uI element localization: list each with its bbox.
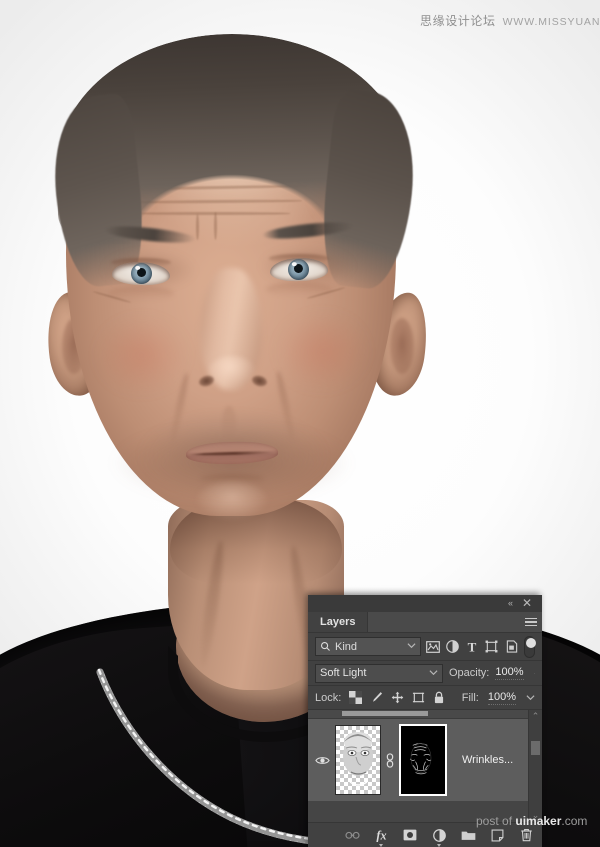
panel-tabbar: Layers — [308, 612, 542, 633]
watermark-bottom: post of uimaker.com — [476, 814, 587, 828]
filter-enable-toggle[interactable] — [523, 635, 536, 658]
fill-value[interactable]: 100% — [487, 691, 516, 705]
layer-name[interactable]: Wrinkles... — [450, 754, 528, 766]
close-panel-icon[interactable]: ✕ — [522, 596, 532, 610]
lock-image-pixels-icon[interactable] — [368, 690, 384, 706]
watermark-bottom-suffix: .com — [561, 814, 588, 828]
panel-titlebar: « ✕ — [308, 595, 542, 612]
filter-kind-label: Kind — [335, 640, 358, 653]
layer-list: Wrinkles... ⌃ ⌄ — [308, 710, 542, 822]
svg-text:T: T — [468, 640, 477, 653]
mask-icon — [403, 829, 417, 841]
scrollbar-track[interactable] — [531, 723, 540, 809]
watermark-top: 思缘设计论坛 WWW.MISSYUAN.COM — [420, 12, 600, 29]
filter-adjustment-icon[interactable] — [446, 637, 461, 656]
eye-icon — [314, 756, 330, 764]
chevron-down-icon — [429, 669, 438, 675]
panel-menu-icon[interactable] — [520, 612, 542, 632]
new-group-button[interactable] — [460, 827, 476, 843]
layer-thumbnail-face — [343, 732, 373, 786]
chevron-down-icon — [407, 643, 416, 649]
layer-visibility-toggle[interactable] — [312, 755, 332, 766]
watermark-bottom-prefix: post of — [476, 814, 516, 828]
filter-shape-icon[interactable] — [485, 637, 500, 656]
lock-position-icon[interactable] — [389, 690, 405, 706]
delete-layer-button[interactable] — [518, 827, 534, 843]
new-adjustment-layer-button[interactable] — [431, 827, 447, 847]
filter-type-icon[interactable]: T — [465, 637, 480, 656]
watermark-top-url: WWW.MISSYUAN.COM — [502, 16, 600, 28]
cheek-flush-right — [276, 312, 368, 390]
layer-style-fx-button[interactable]: fx — [373, 827, 389, 847]
new-page-icon — [491, 829, 503, 841]
magnifier-icon — [321, 642, 330, 651]
partial-thumbnail — [342, 711, 428, 716]
layer-list-body: Wrinkles... — [308, 710, 528, 822]
scroll-up-arrow-icon[interactable]: ⌃ — [532, 712, 540, 721]
folder-icon — [461, 831, 475, 840]
add-layer-mask-button[interactable] — [402, 827, 418, 843]
opacity-label: Opacity: — [449, 667, 490, 679]
half-circle-icon — [432, 828, 446, 842]
watermark-bottom-brand: uimaker — [515, 814, 562, 828]
opacity-value[interactable]: 100% — [495, 666, 524, 680]
fx-icon: fx — [376, 829, 386, 842]
tabbar-filler — [368, 612, 520, 632]
lock-transparency-icon[interactable] — [347, 690, 363, 706]
lock-row: Lock: Fill: 100% — [308, 686, 542, 710]
link-layers-button[interactable] — [344, 827, 360, 843]
svg-text:fx: fx — [376, 829, 386, 842]
layer-row-partial-above[interactable] — [308, 710, 528, 719]
collapse-panel-icon[interactable]: « — [508, 598, 513, 609]
lock-label: Lock: — [315, 691, 342, 704]
ear-right-inner — [390, 318, 414, 374]
fill-chevron-down-icon[interactable] — [526, 694, 535, 701]
nose-tip-highlight — [209, 356, 255, 386]
eyelid-right — [269, 254, 329, 263]
filter-pixel-icon[interactable] — [426, 637, 441, 656]
tab-layers[interactable]: Layers — [308, 612, 369, 632]
fill-label: Fill: — [461, 691, 479, 704]
photoshop-layers-panel: « ✕ Layers Kind T Soft Light Opacity: 10… — [308, 595, 542, 847]
trash-icon — [520, 828, 532, 842]
cheek-flush-left — [96, 316, 188, 394]
jaw-shadow — [92, 430, 372, 540]
layer-mask-link-icon[interactable] — [384, 752, 396, 768]
layer-mask-thumbnail[interactable] — [399, 724, 447, 796]
blend-mode-value: Soft Light — [320, 667, 367, 679]
link-icon — [386, 752, 394, 768]
new-layer-button[interactable] — [489, 827, 505, 843]
filter-smartobject-icon[interactable] — [504, 637, 519, 656]
scrollbar-thumb[interactable] — [531, 741, 540, 755]
table-row[interactable]: Wrinkles... — [308, 719, 528, 801]
lock-all-icon[interactable] — [431, 690, 447, 706]
eyelid-left — [111, 258, 171, 267]
opacity-chevron-down-icon[interactable] — [533, 670, 536, 677]
blend-mode-select[interactable]: Soft Light — [315, 663, 443, 683]
layer-filter-row: Kind T — [308, 633, 542, 661]
mask-content — [401, 727, 441, 789]
watermark-top-cn: 思缘设计论坛 — [420, 14, 496, 28]
layer-thumbnail[interactable] — [335, 725, 381, 795]
filter-kind-select[interactable]: Kind — [315, 637, 421, 656]
blend-mode-row: Soft Light Opacity: 100% — [308, 661, 542, 686]
lock-artboard-nesting-icon[interactable] — [410, 690, 426, 706]
chain-link-icon — [344, 831, 360, 839]
layer-list-scrollbar[interactable]: ⌃ ⌄ — [528, 710, 542, 822]
toggle-knob — [525, 637, 536, 648]
